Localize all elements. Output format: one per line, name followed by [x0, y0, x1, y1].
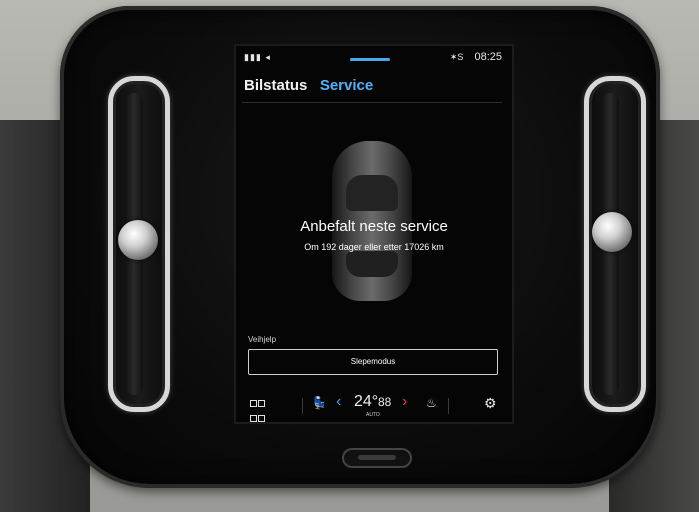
temp-down-icon[interactable]: ‹: [336, 393, 341, 411]
tab-service[interactable]: Service: [320, 77, 373, 94]
tab-bilstatus[interactable]: Bilstatus: [244, 77, 307, 94]
temperature-value[interactable]: 24°: [354, 393, 378, 411]
vent-knob-left[interactable]: [118, 220, 158, 260]
apps-grid-icon[interactable]: [250, 396, 266, 422]
roadside-assistance-label: Veihjelp: [248, 335, 277, 344]
fan-speed[interactable]: 88: [378, 395, 391, 409]
status-right: ✶S 08:25: [450, 51, 502, 63]
tow-mode-button[interactable]: Slepemodus: [248, 349, 498, 375]
seat-heat-icon[interactable]: ♨: [426, 396, 437, 410]
tab-divider: [242, 102, 502, 103]
seat-ventilation-icon[interactable]: 💺: [312, 396, 327, 410]
bluetooth-icon: ✶S: [449, 52, 464, 62]
status-bar: ▮▮▮ ◂ ✶S 08:25: [236, 46, 512, 68]
vent-knob-right[interactable]: [592, 212, 632, 252]
service-title: Anbefalt neste service: [300, 218, 448, 235]
service-subtitle: Om 192 dager eller etter 17026 km: [304, 242, 444, 252]
temperature-mode: AUTO: [366, 412, 380, 418]
divider: [448, 398, 449, 414]
tab-bar: Bilstatus Service: [244, 77, 381, 97]
top-panel-handle[interactable]: [350, 58, 390, 61]
settings-gear-icon[interactable]: ⚙: [484, 395, 497, 412]
signal-icon: ▮▮▮ ◂: [244, 52, 271, 62]
temp-up-icon[interactable]: ›: [402, 393, 407, 411]
climate-bar: 💺 ‹ 24° AUTO 88 › ♨ ⚙: [236, 392, 512, 422]
infotainment-screen: ▮▮▮ ◂ ✶S 08:25 Bilstatus Service Anbefal…: [236, 46, 512, 422]
clock: 08:25: [474, 51, 502, 63]
home-button[interactable]: [342, 448, 412, 468]
divider: [302, 398, 303, 414]
